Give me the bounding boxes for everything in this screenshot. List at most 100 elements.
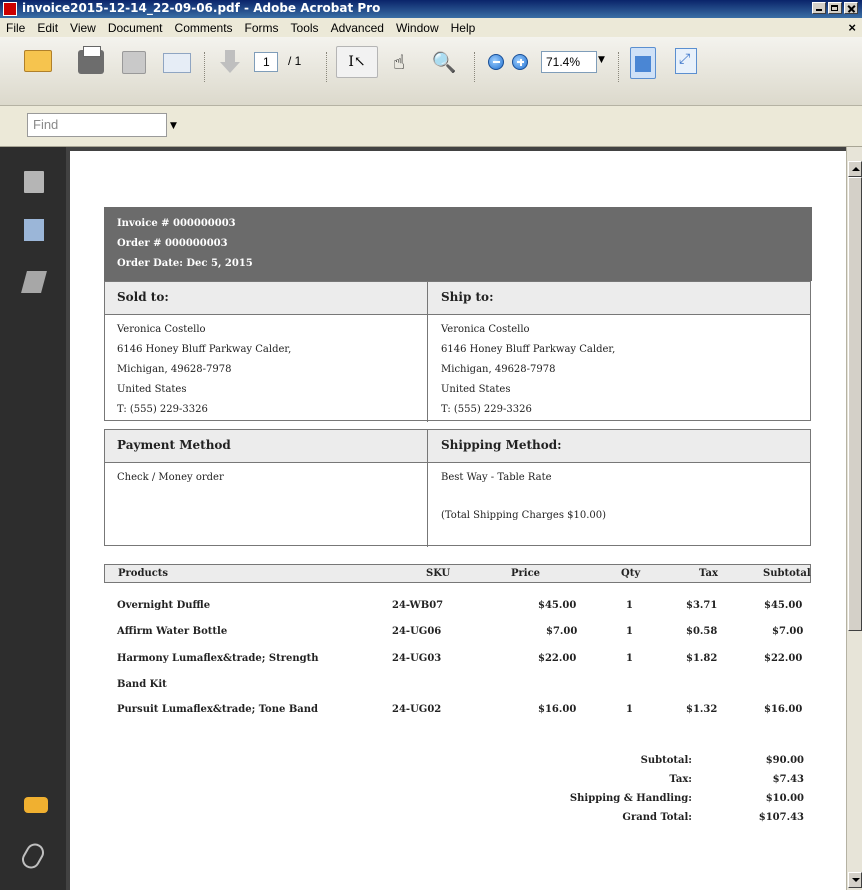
product-tax: $1.32 [686, 704, 718, 715]
toolbar-separator [326, 52, 330, 82]
column-header-price: Price [511, 568, 541, 579]
document-area[interactable]: Invoice # 000000003 Order # 000000003 Or… [66, 147, 846, 890]
menu-view[interactable]: View [64, 21, 102, 35]
product-tax: $1.82 [686, 653, 718, 664]
email-icon[interactable] [163, 53, 191, 73]
fit-page-icon[interactable] [675, 48, 697, 74]
payment-shipping-box: Payment Method Shipping Method: Check / … [104, 429, 811, 547]
address-box-header: Sold to: Ship to: [105, 282, 810, 315]
column-header-qty: Qty [621, 568, 641, 579]
close-window-button[interactable] [844, 2, 858, 14]
menu-comments[interactable]: Comments [169, 21, 239, 35]
page-total: / 1 [288, 54, 302, 68]
product-name: Pursuit Lumaflex&trade; Tone Band [117, 704, 319, 715]
product-qty: 1 [626, 653, 633, 664]
sold-to-line: Veronica Costello [117, 324, 206, 335]
payment-shipping-header: Payment Method Shipping Method: [105, 430, 810, 463]
vertical-scrollbar[interactable] [846, 147, 862, 890]
print-icon[interactable] [78, 46, 104, 74]
page-number-input[interactable]: 1 [254, 52, 278, 72]
menu-help[interactable]: Help [445, 21, 482, 35]
sold-to-heading: Sold to: [117, 290, 169, 304]
product-price: $22.00 [538, 653, 577, 664]
comments-icon[interactable] [24, 797, 48, 813]
save-icon[interactable] [122, 51, 146, 74]
next-page-icon[interactable] [218, 50, 242, 76]
address-box: Sold to: Ship to: Veronica Costello 6146… [104, 281, 811, 422]
menu-advanced[interactable]: Advanced [325, 21, 390, 35]
scroll-down-button[interactable] [848, 872, 862, 888]
product-subtotal: $45.00 [764, 600, 803, 611]
pdf-page: Invoice # 000000003 Order # 000000003 Or… [70, 151, 846, 890]
marquee-zoom-icon[interactable]: 🔍 [426, 48, 462, 78]
ship-to-line: Veronica Costello [441, 324, 530, 335]
column-header-sku: SKU [426, 568, 451, 579]
column-header-products: Products [118, 568, 169, 579]
hand-tool-icon[interactable]: ☝ [384, 48, 414, 78]
product-name: Affirm Water Bottle [117, 626, 228, 637]
product-tax: $0.58 [686, 626, 718, 637]
product-sku: 24-UG02 [392, 704, 442, 715]
sold-to-line: T: (555) 229-3326 [117, 404, 208, 415]
open-folder-icon[interactable] [24, 50, 52, 72]
product-sku: 24-UG06 [392, 626, 442, 637]
menu-bar: File Edit View Document Comments Forms T… [0, 18, 862, 37]
acrobat-app-icon [3, 2, 17, 16]
ship-to-line: 6146 Honey Bluff Parkway Calder, [441, 344, 616, 355]
product-sku: 24-WB07 [392, 600, 444, 611]
minimize-button[interactable] [812, 2, 826, 14]
product-subtotal: $22.00 [764, 653, 803, 664]
find-bar: Find ▼ [0, 106, 862, 147]
zoom-in-icon[interactable] [512, 54, 528, 70]
product-tax: $3.71 [686, 600, 718, 611]
tax-value: $7.43 [772, 774, 804, 785]
product-subtotal: $16.00 [764, 704, 803, 715]
payment-method-value: Check / Money order [117, 472, 224, 483]
scroll-up-button[interactable] [848, 161, 862, 177]
order-date: Order Date: Dec 5, 2015 [117, 258, 253, 269]
zoom-dropdown-chevron-icon[interactable]: ▼ [598, 55, 605, 65]
product-price: $16.00 [538, 704, 577, 715]
menu-forms[interactable]: Forms [239, 21, 285, 35]
zoom-out-icon[interactable] [488, 54, 504, 70]
ship-to-heading: Ship to: [441, 290, 494, 304]
invoice-header: Invoice # 000000003 Order # 000000003 Or… [104, 207, 812, 281]
product-qty: 1 [626, 626, 633, 637]
attachments-icon[interactable] [18, 840, 48, 872]
product-price: $45.00 [538, 600, 577, 611]
zoom-level-input[interactable]: 71.4% [541, 51, 597, 73]
ship-to-line: T: (555) 229-3326 [441, 404, 532, 415]
product-name: Harmony Lumaflex&trade; Strength [117, 653, 319, 664]
sold-to-line: 6146 Honey Bluff Parkway Calder, [117, 344, 292, 355]
invoice-number: Invoice # 000000003 [117, 218, 236, 229]
window-title: invoice2015-12-14_22-09-06.pdf - Adobe A… [22, 1, 381, 15]
menu-document[interactable]: Document [102, 21, 169, 35]
window-title-bar[interactable]: invoice2015-12-14_22-09-06.pdf - Adobe A… [0, 0, 862, 18]
order-number: Order # 000000003 [117, 238, 228, 249]
select-tool-icon[interactable]: I↖ [336, 46, 378, 78]
bookmarks-icon[interactable] [24, 219, 44, 241]
signatures-icon[interactable] [21, 271, 47, 293]
fit-width-icon[interactable] [630, 47, 656, 79]
menu-file[interactable]: File [0, 21, 31, 35]
product-name: Overnight Duffle [117, 600, 211, 611]
menu-edit[interactable]: Edit [31, 21, 64, 35]
tax-label: Tax: [669, 774, 692, 785]
menu-window[interactable]: Window [390, 21, 445, 35]
product-sku: 24-UG03 [392, 653, 442, 664]
column-divider [427, 282, 428, 422]
subtotal-value: $90.00 [765, 755, 804, 766]
scrollbar-thumb[interactable] [848, 177, 862, 631]
pages-icon[interactable] [21, 171, 44, 196]
product-qty: 1 [626, 704, 633, 715]
ship-to-line: United States [441, 384, 511, 395]
find-dropdown-chevron-icon[interactable]: ▼ [170, 121, 177, 131]
maximize-button[interactable] [828, 2, 842, 14]
product-subtotal: $7.00 [772, 626, 804, 637]
toolbar-separator [204, 52, 208, 82]
find-input[interactable]: Find [27, 113, 167, 137]
shipping-method-heading: Shipping Method: [441, 438, 562, 452]
menu-tools[interactable]: Tools [285, 21, 325, 35]
column-divider [427, 430, 428, 547]
close-document-icon[interactable]: × [848, 20, 856, 35]
